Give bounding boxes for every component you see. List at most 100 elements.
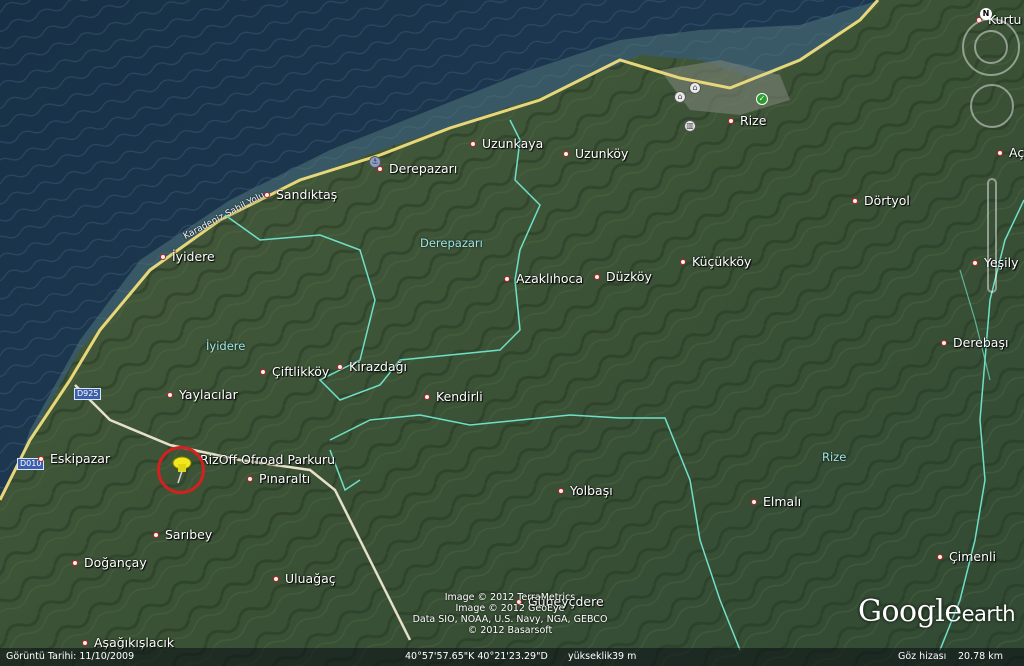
place-dot bbox=[470, 140, 476, 147]
elevation-label: yükseklik bbox=[568, 651, 613, 662]
move-joystick-icon[interactable] bbox=[970, 84, 1014, 128]
place-label: Uzunköy bbox=[575, 146, 629, 161]
place-eskipazar[interactable]: Eskipazar bbox=[38, 451, 110, 466]
place-dot bbox=[72, 559, 78, 566]
zoom-slider-icon[interactable] bbox=[987, 178, 997, 293]
place-kucukkoy[interactable]: Küçükköy bbox=[680, 254, 751, 269]
place-rizoff[interactable]: RizOff Ofroad Parkuru bbox=[200, 452, 335, 467]
place-dot bbox=[852, 197, 858, 204]
credit-line: Data SIO, NOAA, U.S. Navy, NGA, GEBCO bbox=[412, 614, 608, 625]
place-label: RizOff Ofroad Parkuru bbox=[200, 452, 336, 467]
place-kirazdagi[interactable]: Kirazdağı bbox=[337, 359, 407, 374]
place-label: Kirazdağı bbox=[349, 359, 408, 374]
imagery-credits: Image © 2012 TerraMetrics Image © 2012 G… bbox=[410, 592, 610, 636]
place-label: Uzunkaya bbox=[482, 136, 544, 151]
place-label: Derebaşı bbox=[953, 335, 1009, 350]
landmark-icon[interactable]: ⌂ bbox=[674, 91, 686, 103]
place-label: Çimenli bbox=[949, 549, 996, 564]
place-uluagac[interactable]: Uluağaç bbox=[273, 571, 336, 586]
place-label: Dörtyol bbox=[864, 193, 910, 208]
place-dot bbox=[594, 273, 600, 280]
eye-altitude-value: 20.78 km bbox=[958, 651, 1003, 662]
road-shield-d925: D925 bbox=[74, 388, 102, 400]
place-iyidere[interactable]: İyidere bbox=[160, 249, 215, 264]
place-rize[interactable]: Rize bbox=[728, 113, 766, 128]
landmark-icon[interactable]: ⌂ bbox=[689, 82, 701, 94]
satellite-terrain bbox=[0, 0, 1024, 666]
place-dogancay[interactable]: Doğançay bbox=[72, 555, 147, 570]
place-label: Kendirli bbox=[436, 389, 483, 404]
museum-icon[interactable]: ▥ bbox=[684, 120, 696, 132]
map-view[interactable]: Derepazarı İyidere Rize D925 D010 Karade… bbox=[0, 0, 1024, 666]
place-dot bbox=[337, 363, 343, 370]
place-dortyol[interactable]: Dörtyol bbox=[852, 193, 910, 208]
place-dot bbox=[38, 455, 44, 462]
place-azaklihoca[interactable]: Azaklıhoca bbox=[504, 271, 583, 286]
yellow-pushpin-icon[interactable] bbox=[170, 455, 194, 485]
logo-earth: earth bbox=[961, 602, 1016, 626]
place-label: Rize bbox=[740, 113, 767, 128]
region-label-rize: Rize bbox=[822, 450, 847, 464]
place-pinaralti[interactable]: Pınaraltı bbox=[247, 471, 310, 486]
imagery-date: Görüntü Tarihi: 11/10/2009 bbox=[6, 651, 135, 662]
logo-google: Google bbox=[858, 594, 962, 629]
place-dot bbox=[160, 253, 166, 260]
place-label: Pınaraltı bbox=[259, 471, 311, 486]
place-kendirli[interactable]: Kendirli bbox=[424, 389, 483, 404]
elevation-value: 39 m bbox=[612, 651, 637, 662]
place-label: Küçükköy bbox=[692, 254, 752, 269]
place-dot bbox=[260, 368, 266, 375]
look-joystick-icon[interactable] bbox=[974, 30, 1008, 64]
place-uzunkoy[interactable]: Uzunköy bbox=[563, 146, 628, 161]
place-label: Sarıbey bbox=[165, 527, 213, 542]
place-dot bbox=[167, 391, 173, 398]
region-label-iyidere: İyidere bbox=[206, 339, 246, 353]
place-label: Yolbaşı bbox=[570, 483, 613, 498]
place-dot bbox=[941, 339, 947, 346]
place-label: Uluağaç bbox=[285, 571, 336, 586]
place-yaylacilar[interactable]: Yaylacılar bbox=[167, 387, 238, 402]
coordinates-readout: 40°57'57.65"K 40°21'23.29"D bbox=[405, 651, 548, 662]
place-dot bbox=[558, 487, 564, 494]
place-ciftlikkoy[interactable]: Çiftlikköy bbox=[260, 364, 329, 379]
place-elmali[interactable]: Elmalı bbox=[751, 494, 801, 509]
place-label: Doğançay bbox=[84, 555, 147, 570]
place-dot bbox=[82, 639, 88, 646]
place-label: Elmalı bbox=[763, 494, 802, 509]
place-dot bbox=[728, 117, 734, 124]
place-dot bbox=[264, 191, 270, 198]
place-label: Eskipazar bbox=[50, 451, 111, 466]
place-yolbasi[interactable]: Yolbaşı bbox=[558, 483, 613, 498]
place-dot bbox=[563, 150, 569, 157]
credit-line: © 2012 Basarsoft bbox=[467, 625, 553, 636]
navigation-controls[interactable]: N bbox=[962, 8, 1022, 298]
park-icon[interactable]: ✓ bbox=[756, 93, 768, 105]
place-dot bbox=[680, 258, 686, 265]
north-icon[interactable]: N bbox=[980, 8, 992, 20]
place-dot bbox=[247, 475, 253, 482]
place-dot bbox=[504, 275, 510, 282]
place-dot bbox=[751, 498, 757, 505]
google-earth-logo: Googleearth bbox=[858, 594, 1016, 629]
status-bar: Görüntü Tarihi: 11/10/2009 40°57'57.65"K… bbox=[0, 648, 1024, 666]
place-derebasi[interactable]: Derebaşı bbox=[941, 335, 1008, 350]
place-derepazari[interactable]: Derepazarı bbox=[377, 161, 457, 176]
place-dot bbox=[424, 393, 430, 400]
place-label: Düzköy bbox=[606, 269, 652, 284]
place-label: Çiftlikköy bbox=[272, 364, 330, 379]
place-saribey[interactable]: Sarıbey bbox=[153, 527, 212, 542]
place-duzkoy[interactable]: Düzköy bbox=[594, 269, 652, 284]
place-label: Yaylacılar bbox=[179, 387, 238, 402]
place-sandiktas[interactable]: Sandıktaş bbox=[264, 187, 337, 202]
place-label: Sandıktaş bbox=[276, 187, 338, 202]
place-dot bbox=[937, 553, 943, 560]
place-uzunkaya[interactable]: Uzunkaya bbox=[470, 136, 543, 151]
credit-line: Image © 2012 TerraMetrics bbox=[444, 592, 576, 603]
place-dot bbox=[273, 575, 279, 582]
place-label: Azaklıhoca bbox=[516, 271, 584, 286]
region-label-derepazari: Derepazarı bbox=[420, 236, 483, 250]
place-cimenli[interactable]: Çimenli bbox=[937, 549, 996, 564]
place-dot bbox=[377, 165, 383, 172]
highlight-marker[interactable] bbox=[157, 446, 205, 494]
eye-altitude-label: Göz hizası bbox=[898, 651, 947, 662]
